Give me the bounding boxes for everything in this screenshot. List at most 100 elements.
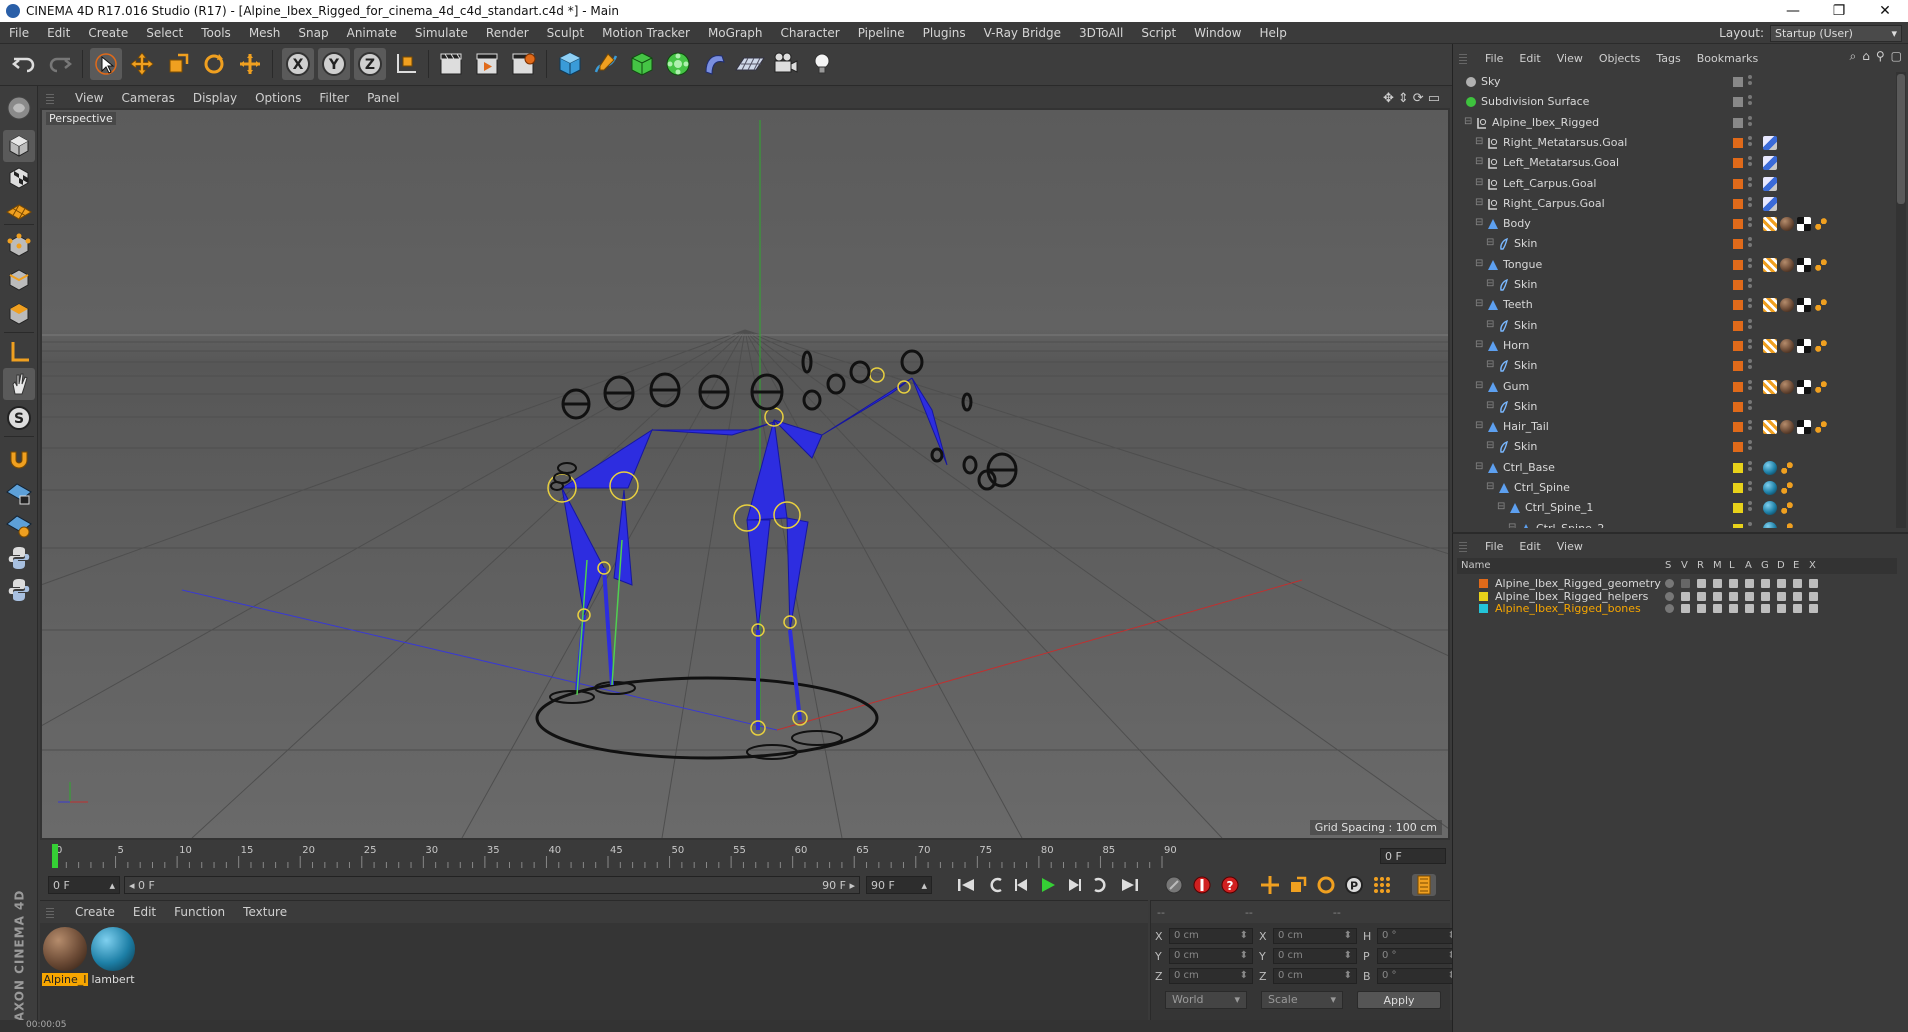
check-tag-icon[interactable] <box>1797 217 1811 232</box>
visibility-dots-icon[interactable] <box>1748 257 1753 272</box>
visibility-dots-icon[interactable] <box>1748 521 1753 528</box>
weight-tag-icon[interactable] <box>1780 521 1794 528</box>
menu-script[interactable]: Script <box>1132 26 1185 40</box>
material-menu-texture[interactable]: Texture <box>234 905 296 919</box>
end-frame-field[interactable]: 90 F ▴ <box>866 876 932 894</box>
menu-snap[interactable]: Snap <box>289 26 337 40</box>
manager-toggle-icon[interactable] <box>1713 604 1722 613</box>
polygons-mode-button[interactable] <box>3 298 35 330</box>
ik-tag-icon[interactable] <box>1763 176 1777 191</box>
solo-toggle-icon[interactable] <box>1665 579 1674 588</box>
weight-tag-icon[interactable] <box>1780 501 1794 516</box>
layer-color-swatch[interactable] <box>1733 483 1743 493</box>
apply-button[interactable]: Apply <box>1357 991 1441 1009</box>
deformers-toggle-icon[interactable] <box>1777 579 1786 588</box>
visibility-dots-icon[interactable] <box>1748 115 1753 130</box>
coordinate-mode-dropdown[interactable]: World ▾ <box>1165 991 1247 1009</box>
object-name[interactable]: Skin <box>1514 400 1537 413</box>
layer-color-swatch[interactable] <box>1479 591 1488 601</box>
add-mograph-button[interactable] <box>662 48 694 80</box>
lambert-tag-icon[interactable] <box>1763 460 1777 475</box>
python-script-2-button[interactable] <box>3 574 35 606</box>
menu-vray-bridge[interactable]: V-Ray Bridge <box>975 26 1070 40</box>
tree-expand-icon[interactable]: ⊟ <box>1475 197 1483 208</box>
material-menu-function[interactable]: Function <box>165 905 234 919</box>
z-axis-button[interactable]: Z <box>354 48 386 80</box>
om-menu-view[interactable]: View <box>1549 52 1591 65</box>
check-tag-icon[interactable] <box>1797 298 1811 313</box>
render-to-picture-viewer-button[interactable] <box>472 48 504 80</box>
object-row[interactable]: ⊟ Tongue <box>1457 255 1893 275</box>
timeline-ruler[interactable]: 0 5 10 15 20 25 30 35 40 45 50 55 60 65 70 75 80 85 90 <box>50 842 1378 870</box>
om-menu-edit[interactable]: Edit <box>1511 52 1548 65</box>
object-name[interactable]: Ctrl_Spine <box>1514 481 1570 494</box>
visibility-dots-icon[interactable] <box>1748 176 1753 191</box>
make-editable-button[interactable] <box>3 92 35 124</box>
record-active-objects-button[interactable] <box>1190 874 1214 896</box>
go-to-start-button[interactable] <box>954 874 978 896</box>
layer-color-swatch[interactable] <box>1733 442 1743 453</box>
object-row[interactable]: ⊟ Left_Metatarsus.Goal <box>1457 153 1893 173</box>
size-y-field[interactable]: 0 cm ⬍ <box>1273 948 1357 964</box>
visibility-dots-icon[interactable] <box>1748 338 1753 353</box>
generators-toggle-icon[interactable] <box>1761 579 1770 588</box>
autokeying-button[interactable]: ? <box>1218 874 1242 896</box>
menu-select[interactable]: Select <box>137 26 192 40</box>
check-tag-icon[interactable] <box>1797 257 1811 272</box>
next-frame-button[interactable] <box>1062 874 1086 896</box>
python-script-1-button[interactable] <box>3 542 35 574</box>
ik-tag-icon[interactable] <box>1763 135 1777 150</box>
menu-edit[interactable]: Edit <box>38 26 79 40</box>
3d-viewport[interactable]: Perspective Grid Spacing : 100 cm <box>42 110 1448 838</box>
viewport-camera-label[interactable]: Perspective <box>46 112 116 125</box>
uv-tag-icon[interactable] <box>1763 257 1777 272</box>
render-toggle-icon[interactable] <box>1697 579 1706 588</box>
model-mode-button[interactable] <box>3 130 35 162</box>
size-x-field[interactable]: 0 cm ⬍ <box>1273 928 1357 944</box>
key-point-level-button[interactable] <box>1370 874 1394 896</box>
object-row[interactable]: ⊟ Horn <box>1457 336 1893 356</box>
deformers-toggle-icon[interactable] <box>1777 591 1786 601</box>
visibility-dots-icon[interactable] <box>1748 501 1753 515</box>
object-row[interactable]: ⊟ Skin <box>1457 397 1893 417</box>
move-view-icon[interactable]: ✥ <box>1383 91 1394 106</box>
layer-color-swatch[interactable] <box>1733 178 1743 189</box>
layer-color-swatch[interactable] <box>1733 401 1743 412</box>
layout-dropdown[interactable]: Startup (User) ▾ <box>1770 24 1902 42</box>
layer-color-swatch[interactable] <box>1733 361 1743 372</box>
locked-toggle-icon[interactable] <box>1729 604 1738 613</box>
object-tree-scrollbar[interactable] <box>1896 72 1906 528</box>
tree-expand-icon[interactable]: ⊟ <box>1475 339 1483 350</box>
weight-tag-icon[interactable] <box>1780 481 1794 495</box>
object-name[interactable]: Left_Metatarsus.Goal <box>1503 156 1619 169</box>
om-menu-tags[interactable]: Tags <box>1648 52 1688 65</box>
uv-tag-icon[interactable] <box>1763 420 1777 435</box>
om-menu-objects[interactable]: Objects <box>1591 52 1649 65</box>
size-z-field[interactable]: 0 cm ⬍ <box>1273 968 1357 984</box>
tree-expand-icon[interactable]: ⊟ <box>1475 420 1483 431</box>
start-frame-field[interactable]: 0 F ▴ <box>48 876 120 894</box>
object-row[interactable]: ⊟ Skin <box>1457 275 1893 295</box>
timeline-playhead[interactable] <box>52 844 58 868</box>
magnet-button[interactable] <box>3 442 35 474</box>
object-row[interactable]: ⊟ Ctrl_Spine_1 <box>1457 498 1893 518</box>
render-view-button[interactable] <box>436 48 468 80</box>
animation-toggle-icon[interactable] <box>1745 591 1754 601</box>
object-name[interactable]: Skin <box>1514 359 1537 372</box>
visibility-dots-icon[interactable] <box>1748 156 1753 170</box>
object-row[interactable]: ⊟ Gum <box>1457 377 1893 397</box>
weight-tag-icon[interactable] <box>1780 460 1794 475</box>
visibility-dots-icon[interactable] <box>1748 359 1753 373</box>
visibility-dots-icon[interactable] <box>1748 298 1753 312</box>
menu-tools[interactable]: Tools <box>192 26 240 40</box>
scale-view-icon[interactable]: ⇕ <box>1398 91 1409 106</box>
object-row[interactable]: Sky <box>1457 72 1893 92</box>
visibility-dots-icon[interactable] <box>1748 440 1753 454</box>
texture-mode-button[interactable] <box>3 162 35 194</box>
object-row[interactable]: ⊟ Right_Carpus.Goal <box>1457 194 1893 214</box>
menu-render[interactable]: Render <box>477 26 538 40</box>
object-name[interactable]: Right_Carpus.Goal <box>1503 197 1605 210</box>
add-camera-button[interactable] <box>770 48 802 80</box>
menu-sculpt[interactable]: Sculpt <box>538 26 593 40</box>
menu-mograph[interactable]: MoGraph <box>699 26 772 40</box>
